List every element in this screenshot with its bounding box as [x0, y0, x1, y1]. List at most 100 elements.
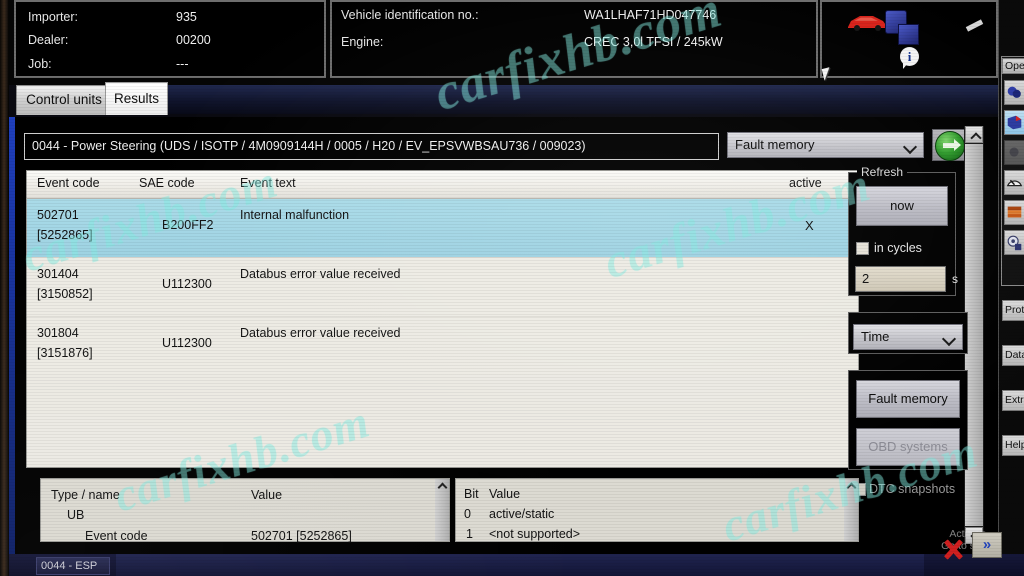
cell-active-flag: X — [805, 218, 814, 233]
cell-sae-code: B200FF2 — [162, 218, 214, 232]
cell-event-text: Databus error value received — [240, 267, 401, 281]
detail-column-type-name: Type / name — [51, 488, 120, 502]
sidebar-button-help[interactable]: Help — [1002, 435, 1024, 456]
cell-sae-code: U112300 — [162, 277, 212, 291]
cell-event-code-ref: [5252865] — [37, 228, 93, 242]
cell-event-code: 301404 — [37, 267, 79, 281]
cell-event-code: 301804 — [37, 326, 79, 340]
execute-button[interactable] — [932, 129, 966, 161]
memory-type-dropdown-value: Fault memory — [735, 137, 815, 152]
taskbar-window-area — [116, 554, 924, 576]
in-cycles-label: in cycles — [874, 241, 922, 255]
dealer-value: 00200 — [176, 33, 211, 47]
fault-memory-button[interactable]: Fault memory — [856, 380, 960, 418]
column-header-event-text: Event text — [240, 176, 296, 190]
dtc-snapshots-label: DTC snapshots — [869, 482, 956, 496]
gear-glyph — [1007, 235, 1022, 251]
module-box-icon-2 — [898, 24, 919, 45]
column-header-sae-code: SAE code — [139, 176, 195, 190]
refresh-now-button[interactable]: now — [856, 186, 948, 226]
cell-event-code-ref: [3150852] — [37, 287, 93, 301]
go-arrow-icon — [935, 131, 965, 161]
taskbar-item-esp[interactable]: 0044 - ESP — [36, 557, 110, 575]
table-row[interactable]: 301404 [3150852] U112300 Databus error v… — [27, 258, 858, 317]
diagnostic-application-screen: Importer: 935 Dealer: 00200 Job: --- Veh… — [0, 0, 1024, 576]
engine-value: CREC 3,0l TFSI / 245kW — [584, 35, 723, 49]
dealer-label: Dealer: — [28, 33, 69, 47]
importer-value: 935 — [176, 10, 197, 24]
red-x-icon — [940, 538, 966, 560]
diagnosis-glyph — [1007, 86, 1021, 98]
job-label: Job: — [28, 57, 52, 71]
tab-results[interactable]: Results — [105, 82, 168, 115]
bit-row-index: 1 — [466, 527, 473, 541]
refresh-group-title: Refresh — [857, 165, 908, 179]
settings-gear-icon[interactable] — [1004, 230, 1024, 255]
books-glyph — [1007, 206, 1022, 218]
detail-column-value: Value — [251, 488, 283, 502]
control-unit-path-field[interactable]: 0044 - Power Steering (UDS / ISOTP / 4M0… — [24, 133, 719, 160]
detail-panel-scrollbar[interactable] — [435, 479, 449, 541]
vin-value: WA1LHAF71HD047746 — [584, 8, 717, 22]
bit-row-index: 0 — [464, 507, 471, 521]
pen-icon — [965, 19, 984, 32]
left-accent-rail — [9, 117, 15, 557]
dealer-info-panel: Importer: 935 Dealer: 00200 Job: --- — [14, 0, 326, 78]
car-icon — [848, 16, 886, 31]
tab-control-units[interactable]: Control units — [16, 85, 112, 115]
bit-row-value: active/static — [489, 507, 555, 521]
right-sidebar: Ope Prot Dat Extr Hel — [998, 0, 1024, 576]
memory-type-dropdown[interactable]: Fault memory — [727, 132, 924, 158]
cycle-interval-unit: s — [952, 272, 958, 286]
tab-strip-filler — [168, 85, 998, 114]
vehicle-icons-panel: i — [820, 0, 998, 78]
gauge-icon[interactable] — [1004, 170, 1024, 195]
engine-label: Engine: — [341, 35, 384, 49]
table-header-row: Event code SAE code Event text active — [27, 171, 858, 199]
bit-value-panel[interactable]: Bit Value 0 active/static 1 <not support… — [455, 478, 859, 542]
sidebar-button-extras[interactable]: Extra — [1002, 390, 1024, 411]
forward-arrows-button[interactable]: » — [972, 532, 1002, 558]
screen-bezel-edge — [0, 0, 9, 576]
cell-event-text: Databus error value received — [240, 326, 401, 340]
bit-column-bit: Bit — [464, 487, 479, 501]
gauge-glyph — [1006, 179, 1023, 187]
fault-memory-icon[interactable] — [1004, 110, 1024, 135]
cell-event-code-ref: [3151876] — [37, 346, 93, 360]
column-header-active: active — [789, 176, 822, 190]
diagnosis-icon[interactable] — [1004, 80, 1024, 105]
table-row[interactable]: 301804 [3151876] U112300 Databus error v… — [27, 317, 858, 376]
fault-memory-glyph — [1007, 115, 1022, 130]
vehicle-info-panel: Vehicle identification no.: WA1LHAF71HD0… — [330, 0, 818, 78]
bit-row-value: <not supported> — [489, 527, 581, 541]
cycle-interval-input[interactable]: 2 — [855, 266, 946, 292]
job-value: --- — [176, 57, 189, 71]
detail-value-panel[interactable]: Type / name Value UB Event code 502701 [… — [40, 478, 450, 543]
detail-row-group: UB — [67, 508, 85, 522]
bit-column-value: Value — [489, 487, 521, 501]
detail-row-name: Event code — [85, 529, 148, 543]
sidebar-button-protocol[interactable]: Proto — [1002, 300, 1024, 321]
cell-event-code: 502701 — [37, 208, 79, 222]
chevron-down-icon — [902, 139, 918, 155]
fault-memory-table[interactable]: Event code SAE code Event text active 50… — [26, 170, 859, 468]
scroll-up-button[interactable] — [965, 126, 983, 144]
obd-systems-button: OBD systems — [856, 428, 960, 466]
chevron-down-icon — [941, 331, 957, 347]
in-cycles-checkbox[interactable] — [856, 242, 869, 255]
importer-label: Importer: — [28, 10, 79, 24]
time-dropdown-value: Time — [861, 329, 890, 344]
disabled-glyph — [1009, 147, 1019, 157]
cell-sae-code: U112300 — [162, 336, 212, 350]
info-balloon-icon: i — [900, 47, 919, 69]
detail-row-value: 502701 [5252865] — [251, 529, 352, 543]
column-header-event-code: Event code — [37, 176, 100, 190]
time-dropdown[interactable]: Time — [853, 324, 963, 350]
windows-taskbar: 0044 - ESP — [0, 554, 1024, 576]
table-row[interactable]: 502701 [5252865] B200FF2 Internal malfun… — [27, 199, 858, 258]
operation-group-title: Ope — [1002, 58, 1024, 74]
bit-panel-scrollbar[interactable] — [844, 479, 858, 541]
sidebar-button-data[interactable]: Data — [1002, 345, 1024, 366]
books-icon[interactable] — [1004, 200, 1024, 225]
vin-label: Vehicle identification no.: — [341, 8, 479, 22]
